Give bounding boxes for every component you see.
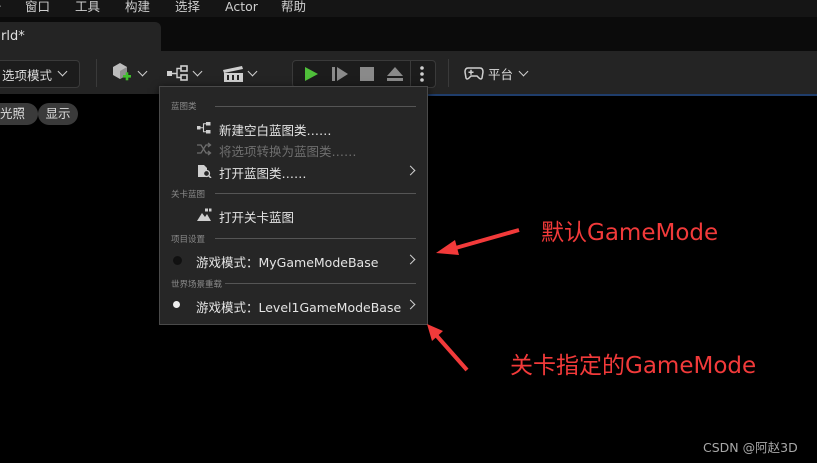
watermark: CSDN @阿赵3D (703, 440, 798, 455)
annotation-level-game-mode: 关卡指定的GameMode (510, 353, 757, 379)
arrow-to-project-game-mode (436, 228, 520, 255)
arrow-to-world-game-mode (427, 324, 469, 372)
annotation-default-game-mode: 默认GameMode (541, 220, 719, 246)
